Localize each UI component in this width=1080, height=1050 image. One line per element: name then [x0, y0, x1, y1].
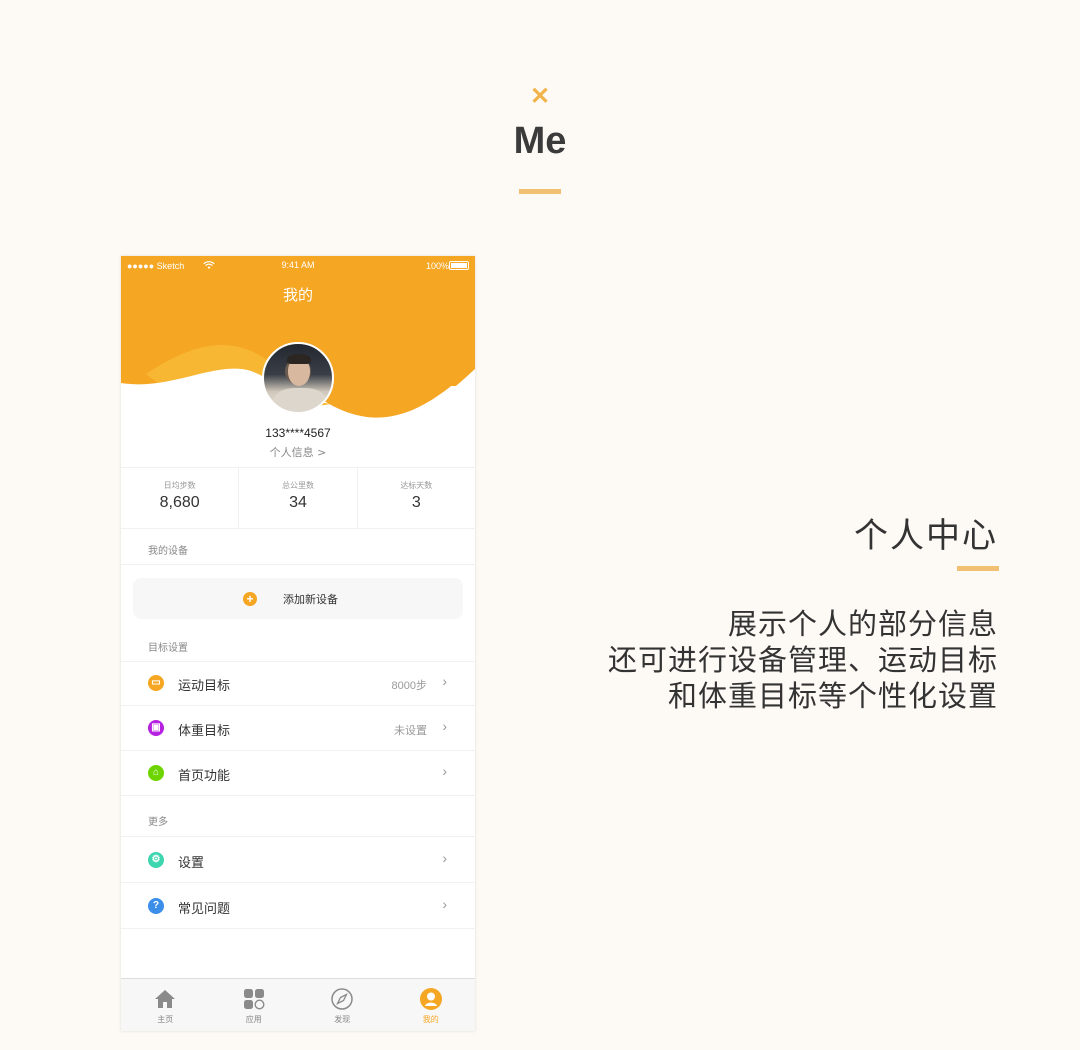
tab-apps[interactable]: 应用 [210, 979, 299, 1031]
home-icon [155, 990, 176, 1008]
title-underline [519, 189, 561, 194]
chevron-right-icon: › [442, 763, 447, 779]
apps-icon [243, 989, 265, 1010]
personal-info-link[interactable]: 个人信息 > [121, 444, 475, 460]
stat-value: 34 [289, 494, 307, 511]
settings-icon: ⚙ [148, 852, 164, 868]
row-label: 首页功能 [178, 769, 231, 784]
tab-bar: 主页 应用 发现 我的 [121, 978, 475, 1031]
chevron-right-icon: › [442, 673, 447, 689]
tab-mine[interactable]: 我的 [387, 979, 476, 1031]
row-faq[interactable]: ? 常见问题 › [121, 884, 475, 929]
faq-icon: ? [148, 898, 164, 914]
stats-panel: 日均步数 8,680 总公里数 34 达标天数 3 [121, 467, 475, 529]
divider [121, 836, 475, 837]
feature-desc-line: 展示个人的部分信息 [727, 607, 998, 641]
add-device-button[interactable]: + 添加新设备 [133, 578, 463, 619]
profile-icon [419, 988, 442, 1010]
feature-desc-line: 和体重目标等个性化设置 [667, 679, 998, 713]
stat-goal-days: 达标天数 3 [358, 468, 475, 528]
feature-underline [957, 566, 999, 571]
status-time: 9:41 AM [281, 260, 315, 270]
section-more: 更多 [148, 817, 168, 828]
section-my-devices: 我的设备 [148, 546, 188, 557]
compass-icon [331, 988, 353, 1010]
row-settings[interactable]: ⚙ 设置 › [121, 838, 475, 883]
section-goal-settings: 目标设置 [148, 643, 188, 654]
stat-label: 总公里数 [281, 481, 314, 490]
row-value: 未设置 [394, 725, 427, 737]
battery-icon [449, 261, 469, 270]
stat-daily-steps: 日均步数 8,680 [121, 468, 240, 528]
stat-label: 日均步数 [163, 481, 196, 490]
row-weight-goal[interactable]: ▣ 体重目标 未设置 › [121, 706, 475, 751]
row-label: 运动目标 [178, 679, 231, 694]
feature-title: 个人中心 [854, 516, 998, 556]
avatar[interactable] [262, 342, 334, 414]
divider [121, 564, 475, 565]
plus-circle-icon: + [243, 592, 257, 606]
row-label: 常见问题 [178, 902, 231, 917]
home-feature-icon: ⌂ [148, 765, 164, 781]
feature-desc-line: 还可进行设备管理、运动目标 [607, 643, 998, 677]
add-device-label: 添加新设备 [283, 593, 338, 606]
feature-description: 展示个人的部分信息 还可进行设备管理、运动目标 和体重目标等个性化设置 [608, 606, 998, 714]
phone-screen: ●●●●● Sketch 9:41 AM 100% 我的 133****4567… [121, 256, 475, 1031]
tab-discover[interactable]: 发现 [298, 979, 387, 1031]
chevron-right-icon: › [442, 896, 447, 912]
row-label: 设置 [178, 856, 205, 871]
sport-goal-icon: ▭ [148, 675, 164, 691]
weight-goal-icon: ▣ [148, 720, 164, 736]
stat-value: 8,680 [159, 494, 200, 511]
row-home-features[interactable]: ⌂ 首页功能 › [121, 751, 475, 796]
status-bar: ●●●●● Sketch 9:41 AM 100% [121, 256, 475, 276]
chevron-right-icon: › [442, 718, 447, 734]
row-value: 8000步 [391, 680, 427, 692]
tab-label: 主页 [157, 1015, 174, 1024]
stat-total-km: 总公里数 34 [239, 468, 358, 528]
page-title: Me [513, 120, 567, 162]
tab-label: 应用 [245, 1015, 262, 1024]
close-x-icon: ✕ [530, 83, 551, 110]
battery-percent: 100% [425, 261, 449, 271]
tab-label: 我的 [422, 1015, 439, 1024]
tab-home[interactable]: 主页 [121, 979, 210, 1031]
nav-title: 我的 [282, 286, 313, 304]
user-phone-number: 133****4567 [265, 426, 331, 440]
row-label: 体重目标 [178, 724, 231, 739]
tab-label: 发现 [334, 1015, 351, 1024]
chevron-right-icon: › [442, 850, 447, 866]
row-sport-goal[interactable]: ▭ 运动目标 8000步 › [121, 661, 475, 706]
stat-value: 3 [411, 494, 421, 511]
stat-label: 达标天数 [400, 481, 433, 490]
